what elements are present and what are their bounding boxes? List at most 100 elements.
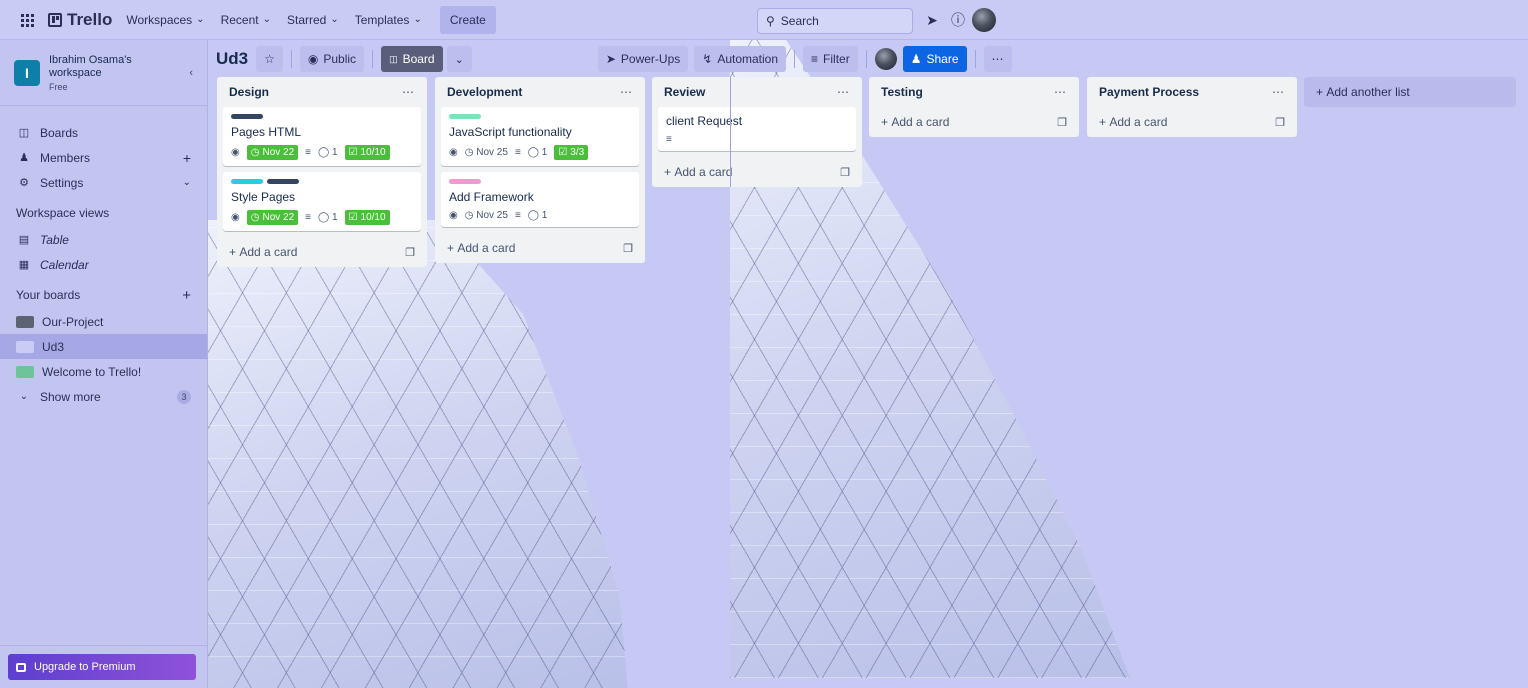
watch-icon: ◉ <box>231 147 240 158</box>
card-label[interactable] <box>267 179 299 184</box>
card-title: Pages HTML <box>231 125 302 139</box>
add-card-button[interactable]: + Add a card ❐ <box>875 107 1073 137</box>
watch-icon: ◉ <box>449 147 458 158</box>
sidebar-item-table[interactable]: ▤ Table <box>0 227 207 252</box>
list-title[interactable]: Development <box>447 85 522 99</box>
app-switcher-button[interactable] <box>12 6 42 34</box>
add-member-icon[interactable]: + <box>183 150 191 166</box>
list-title[interactable]: Review <box>664 85 705 99</box>
comment-icon: ◯ <box>527 210 539 221</box>
add-board-icon[interactable]: + <box>182 287 191 304</box>
card-labels <box>449 179 631 184</box>
card-label[interactable] <box>231 114 263 119</box>
list-title[interactable]: Design <box>229 85 269 99</box>
card-template-icon[interactable]: ❐ <box>405 246 415 259</box>
more-icon[interactable]: ⋯ <box>402 85 415 99</box>
due-date-badge[interactable]: ◷ Nov 22 <box>246 210 299 225</box>
search-input[interactable] <box>780 14 891 28</box>
card[interactable]: JavaScript functionality ◉ ◷ Nov 25 ≡ ◯ … <box>441 107 639 166</box>
card-badges: ◉ ◷ Nov 22 ≡ ◯ 1 ☑ 10/10 <box>231 145 413 160</box>
card-labels <box>231 179 413 184</box>
switch-view-button[interactable]: ⌄ <box>446 46 472 72</box>
add-card-label: Add a card <box>891 115 950 129</box>
board-menu-button[interactable]: ⋯ <box>983 46 1012 72</box>
list-title[interactable]: Payment Process <box>1099 85 1199 99</box>
upgrade-premium-button[interactable]: Upgrade to Premium <box>8 654 196 680</box>
add-card-button[interactable]: + Add a card ❐ <box>658 157 856 187</box>
power-ups-button[interactable]: ➤ Power-Ups <box>597 46 689 72</box>
help-icon[interactable]: ⓘ <box>948 10 968 30</box>
sidebar-board-welcome[interactable]: Welcome to Trello! <box>0 359 207 384</box>
filter-button[interactable]: ≡ Filter <box>803 46 858 72</box>
sidebar-item-members[interactable]: ♟ Members + <box>0 145 207 170</box>
workspaces-menu[interactable]: Workspaces ⌄ <box>118 6 212 34</box>
workspace-name[interactable]: Ibrahim Osama's workspace <box>49 54 161 80</box>
board-view-button[interactable]: ◫ Board <box>381 46 443 72</box>
share-button[interactable]: ♟ Share <box>902 46 967 72</box>
chevron-down-icon[interactable]: ⌄ <box>183 177 191 188</box>
add-card-button[interactable]: + Add a card ❐ <box>441 233 639 263</box>
sidebar-item-calendar[interactable]: ▦ Calendar <box>0 252 207 277</box>
rocket-icon: ➤ <box>605 52 616 66</box>
list-testing: Testing ⋯ + Add a card ❐ <box>869 77 1079 137</box>
card-template-icon[interactable]: ❐ <box>840 166 850 179</box>
card-template-icon[interactable]: ❐ <box>623 242 633 255</box>
table-icon: ▤ <box>18 234 30 246</box>
list-development: Development ⋯ JavaScript functionality ◉… <box>435 77 645 263</box>
sidebar-board-ud3[interactable]: Ud3 <box>0 334 207 359</box>
list-header: Design ⋯ <box>223 77 421 107</box>
sidebar-item-boards[interactable]: ◫ Boards <box>0 120 207 145</box>
star-board-button[interactable]: ☆ <box>256 46 283 72</box>
visibility-button[interactable]: ◉ Public <box>299 46 365 72</box>
add-card-button[interactable]: + Add a card ❐ <box>223 237 421 267</box>
add-card-button[interactable]: + Add a card ❐ <box>1093 107 1291 137</box>
sidebar-item-label: Members <box>40 150 91 165</box>
card-label[interactable] <box>231 179 263 184</box>
due-date-badge[interactable]: ◷ Nov 25 <box>465 210 508 221</box>
automation-button[interactable]: ↯ Automation <box>694 46 787 72</box>
list-payment-process: Payment Process ⋯ + Add a card ❐ <box>1087 77 1297 137</box>
templates-menu[interactable]: Templates ⌄ <box>347 6 430 34</box>
card-label[interactable] <box>449 179 481 184</box>
workspace-avatar[interactable]: I <box>14 59 40 86</box>
clock-icon: ◷ <box>464 147 474 158</box>
add-list-label: Add another list <box>1326 85 1410 99</box>
list-title[interactable]: Testing <box>881 85 923 99</box>
chevron-down-icon: ⌄ <box>196 14 205 25</box>
card[interactable]: Add Framework ◉ ◷ Nov 25 ≡ ◯ 1 <box>441 172 639 227</box>
more-icon[interactable]: ⋯ <box>1272 85 1285 99</box>
comment-count: 1 <box>541 210 548 221</box>
recent-menu[interactable]: Recent ⌄ <box>213 6 279 34</box>
send-feedback-icon[interactable]: ➤ <box>922 10 942 30</box>
add-list-button[interactable]: + Add another list <box>1304 77 1516 107</box>
user-avatar[interactable] <box>972 8 996 32</box>
card[interactable]: Pages HTML ◉ ◷ Nov 22 ≡ ◯ 1 ☑ 10/10 <box>223 107 421 166</box>
sidebar-board-our-project[interactable]: Our-Project <box>0 309 207 334</box>
search-box[interactable]: ⚲ <box>757 8 913 34</box>
card-title: Style Pages <box>231 190 296 204</box>
trello-logo[interactable]: Trello <box>48 10 112 30</box>
person-add-icon: ♟ <box>910 52 922 66</box>
show-more-button[interactable]: ⌄ Show more 3 <box>0 384 207 409</box>
starred-menu[interactable]: Starred ⌄ <box>279 6 347 34</box>
due-date-badge[interactable]: ◷ Nov 25 <box>465 147 508 158</box>
card-template-icon[interactable]: ❐ <box>1275 116 1285 129</box>
card-badges: ◉ ◷ Nov 22 ≡ ◯ 1 ☑ 10/10 <box>231 210 413 225</box>
card-template-icon[interactable]: ❐ <box>1057 116 1067 129</box>
card[interactable]: Style Pages ◉ ◷ Nov 22 ≡ ◯ 1 ☑ 10/10 <box>223 172 421 231</box>
due-date-badge[interactable]: ◷ Nov 22 <box>246 145 299 160</box>
board-member-avatar[interactable] <box>874 48 897 70</box>
checklist-count: 10/10 <box>360 147 386 158</box>
card[interactable]: client Request ≡ <box>658 107 856 151</box>
board-thumbnail <box>16 340 34 353</box>
sidebar-item-settings[interactable]: ⚙ Settings ⌄ <box>0 170 207 195</box>
more-icon[interactable]: ⋯ <box>1054 85 1067 99</box>
plus-icon: + <box>229 245 237 259</box>
card-label[interactable] <box>449 114 481 119</box>
board-title[interactable]: Ud3 <box>216 49 248 69</box>
more-icon[interactable]: ⋯ <box>620 85 633 99</box>
card-badges: ◉ ◷ Nov 25 ≡ ◯ 1 ☑ 3/3 <box>449 145 631 160</box>
collapse-sidebar-icon[interactable]: ‹ <box>189 67 193 79</box>
more-icon[interactable]: ⋯ <box>837 85 850 99</box>
create-button[interactable]: Create <box>439 5 496 34</box>
